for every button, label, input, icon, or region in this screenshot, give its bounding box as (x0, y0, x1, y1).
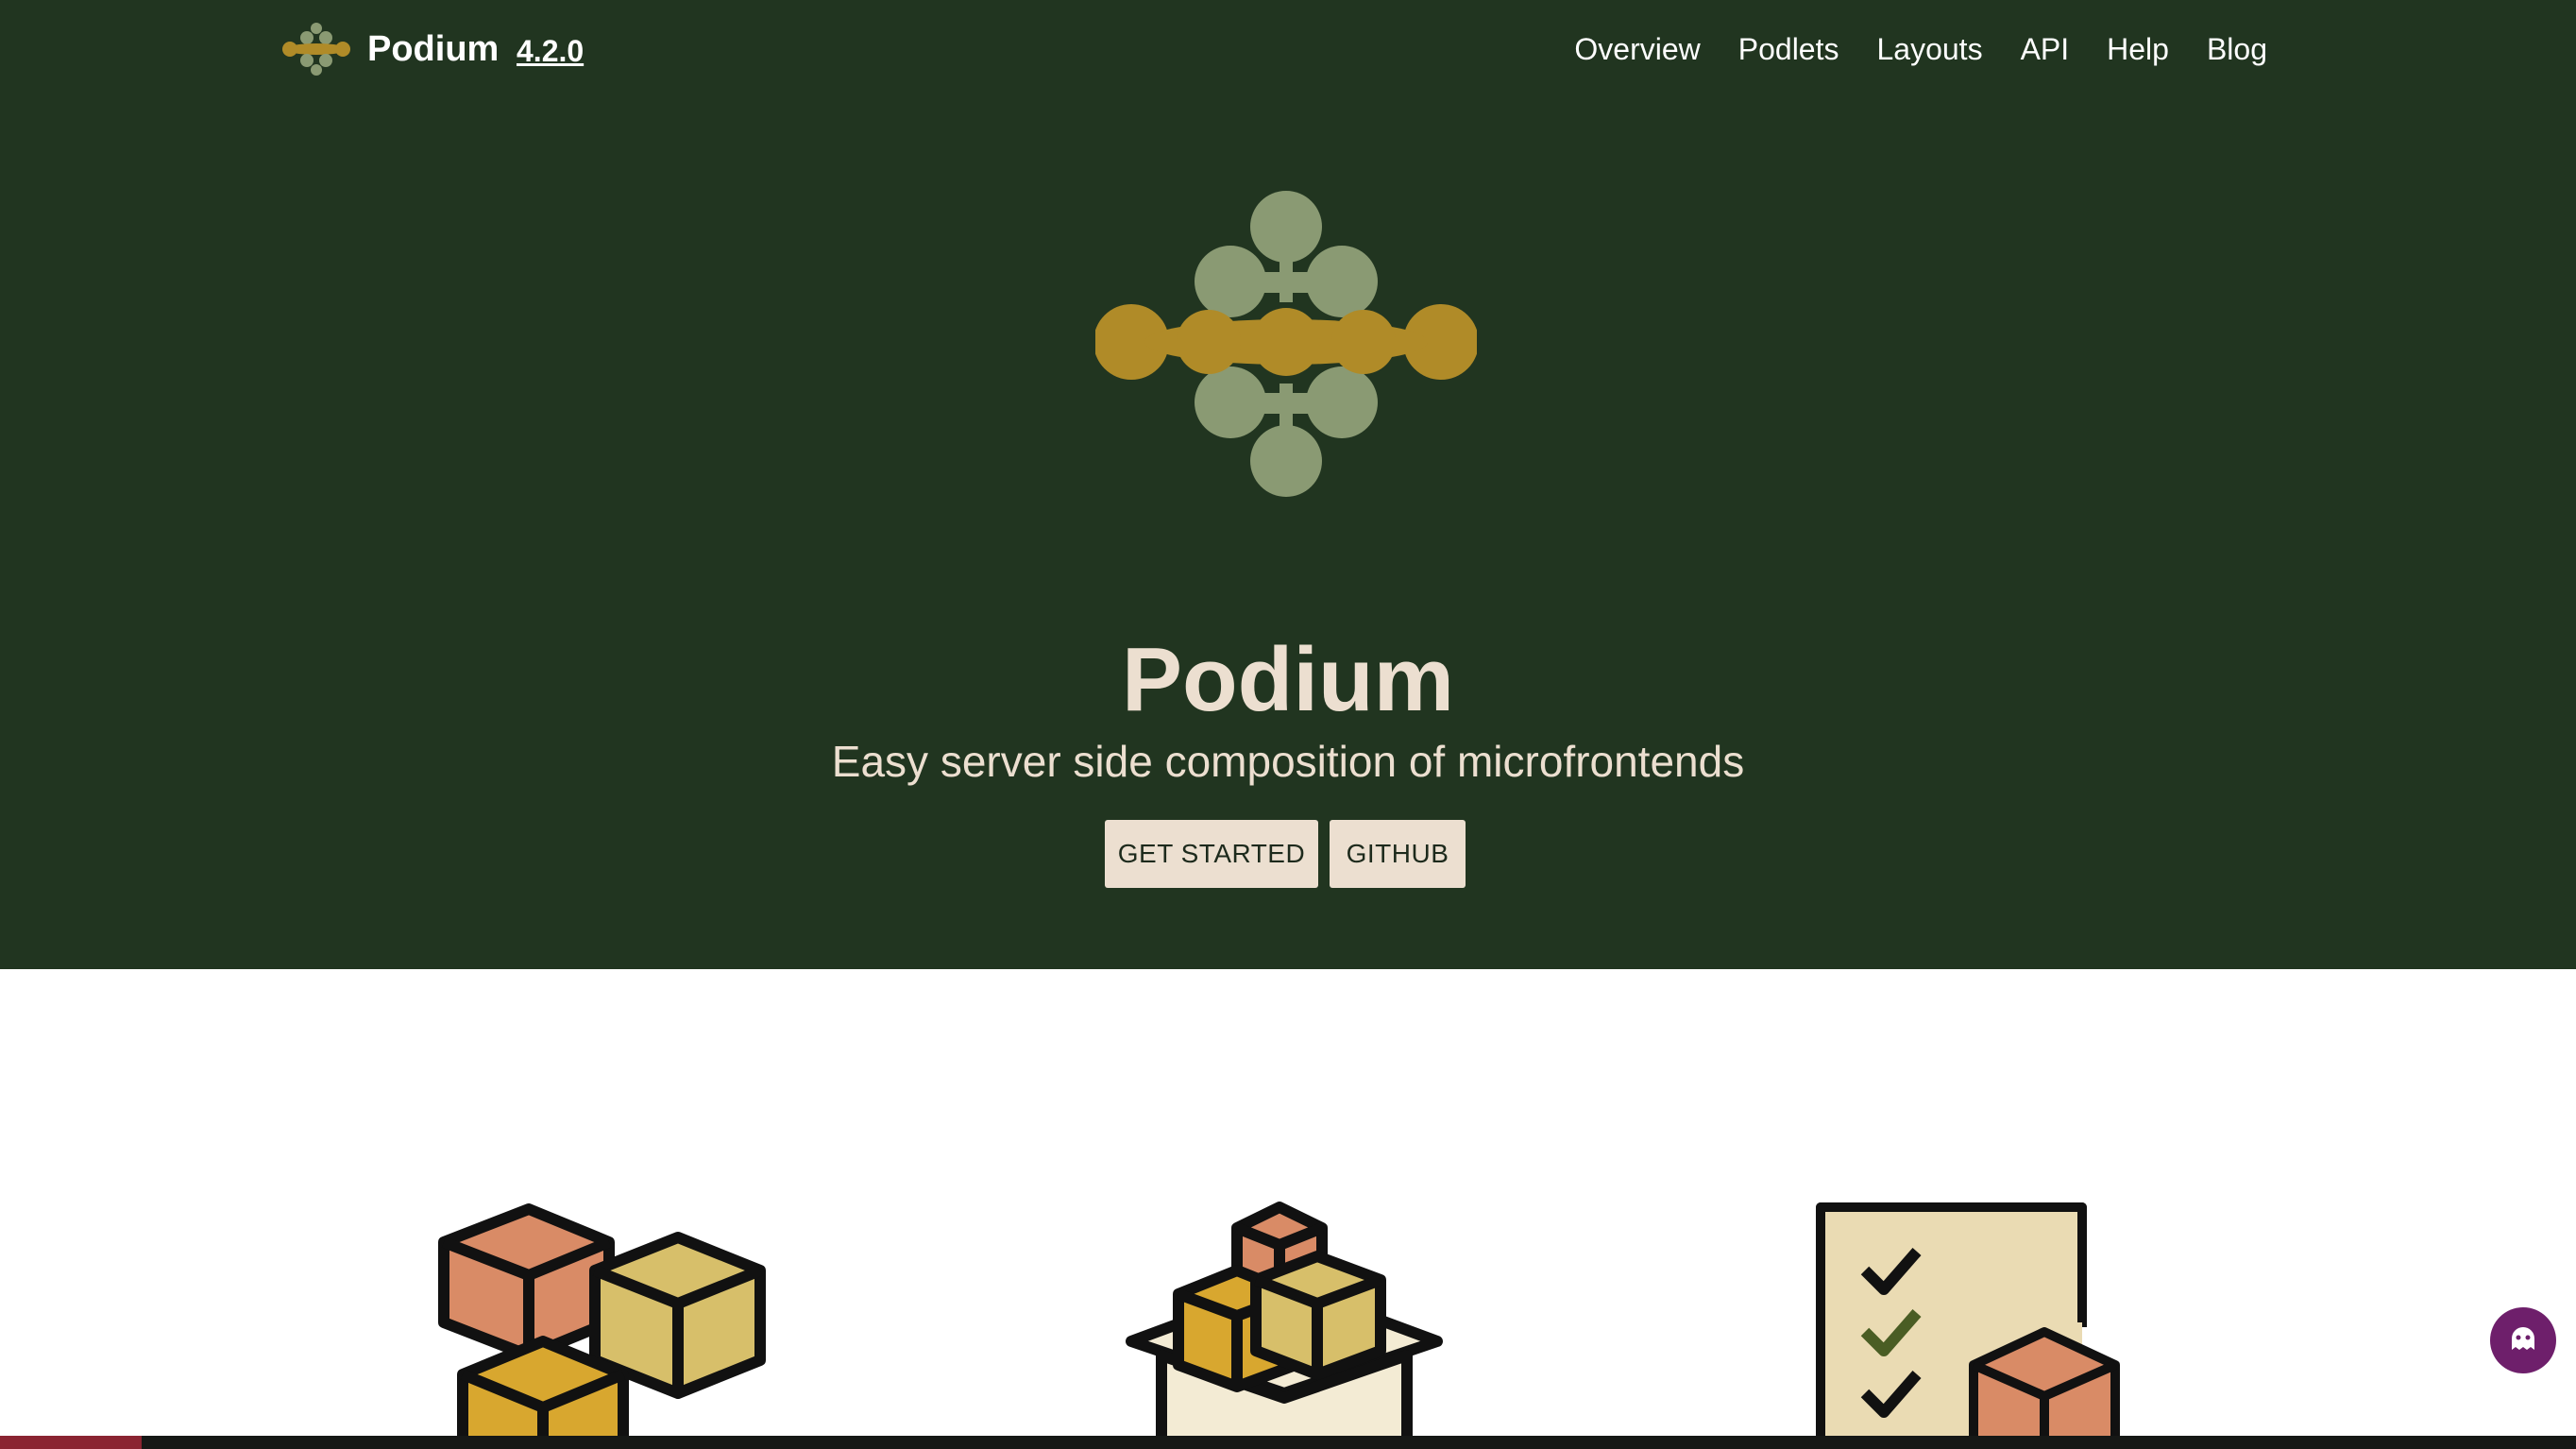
brand-name[interactable]: Podium (367, 25, 499, 74)
underlying-window-strip (0, 1436, 2576, 1449)
nav-link-podlets[interactable]: Podlets (1738, 25, 1839, 74)
strip-accent (0, 1436, 142, 1449)
nav-link-layouts[interactable]: Layouts (1876, 25, 1982, 74)
top-navbar: Podium 4.2.0 Overview Podlets Layouts AP… (0, 0, 2576, 98)
podium-hero-logo-icon (1095, 191, 1477, 497)
nav-link-api[interactable]: API (2021, 25, 2070, 74)
browser-viewport: Podium 4.2.0 Overview Podlets Layouts AP… (0, 0, 2576, 1436)
stacked-boxes-icon (438, 1203, 766, 1436)
hero-title: Podium (1122, 629, 1454, 731)
version-link[interactable]: 4.2.0 (517, 26, 584, 76)
get-started-button[interactable]: GET STARTED (1105, 820, 1318, 888)
nav-link-overview[interactable]: Overview (1574, 25, 1700, 74)
checklist-box-icon (1816, 1202, 2120, 1436)
github-button[interactable]: GITHUB (1330, 820, 1466, 888)
feedback-button[interactable] (2490, 1307, 2556, 1373)
open-box-icon (1126, 1202, 1443, 1436)
hero-tagline: Easy server side composition of microfro… (831, 737, 1745, 786)
hero-section: Podium 4.2.0 Overview Podlets Layouts AP… (0, 0, 2576, 969)
podium-logo-icon[interactable] (281, 21, 351, 77)
nav-link-blog[interactable]: Blog (2207, 25, 2267, 74)
ghost-chat-icon (2512, 1327, 2534, 1350)
nav-links: Overview Podlets Layouts API Help Blog (1574, 25, 2267, 74)
nav-link-help[interactable]: Help (2107, 25, 2169, 74)
